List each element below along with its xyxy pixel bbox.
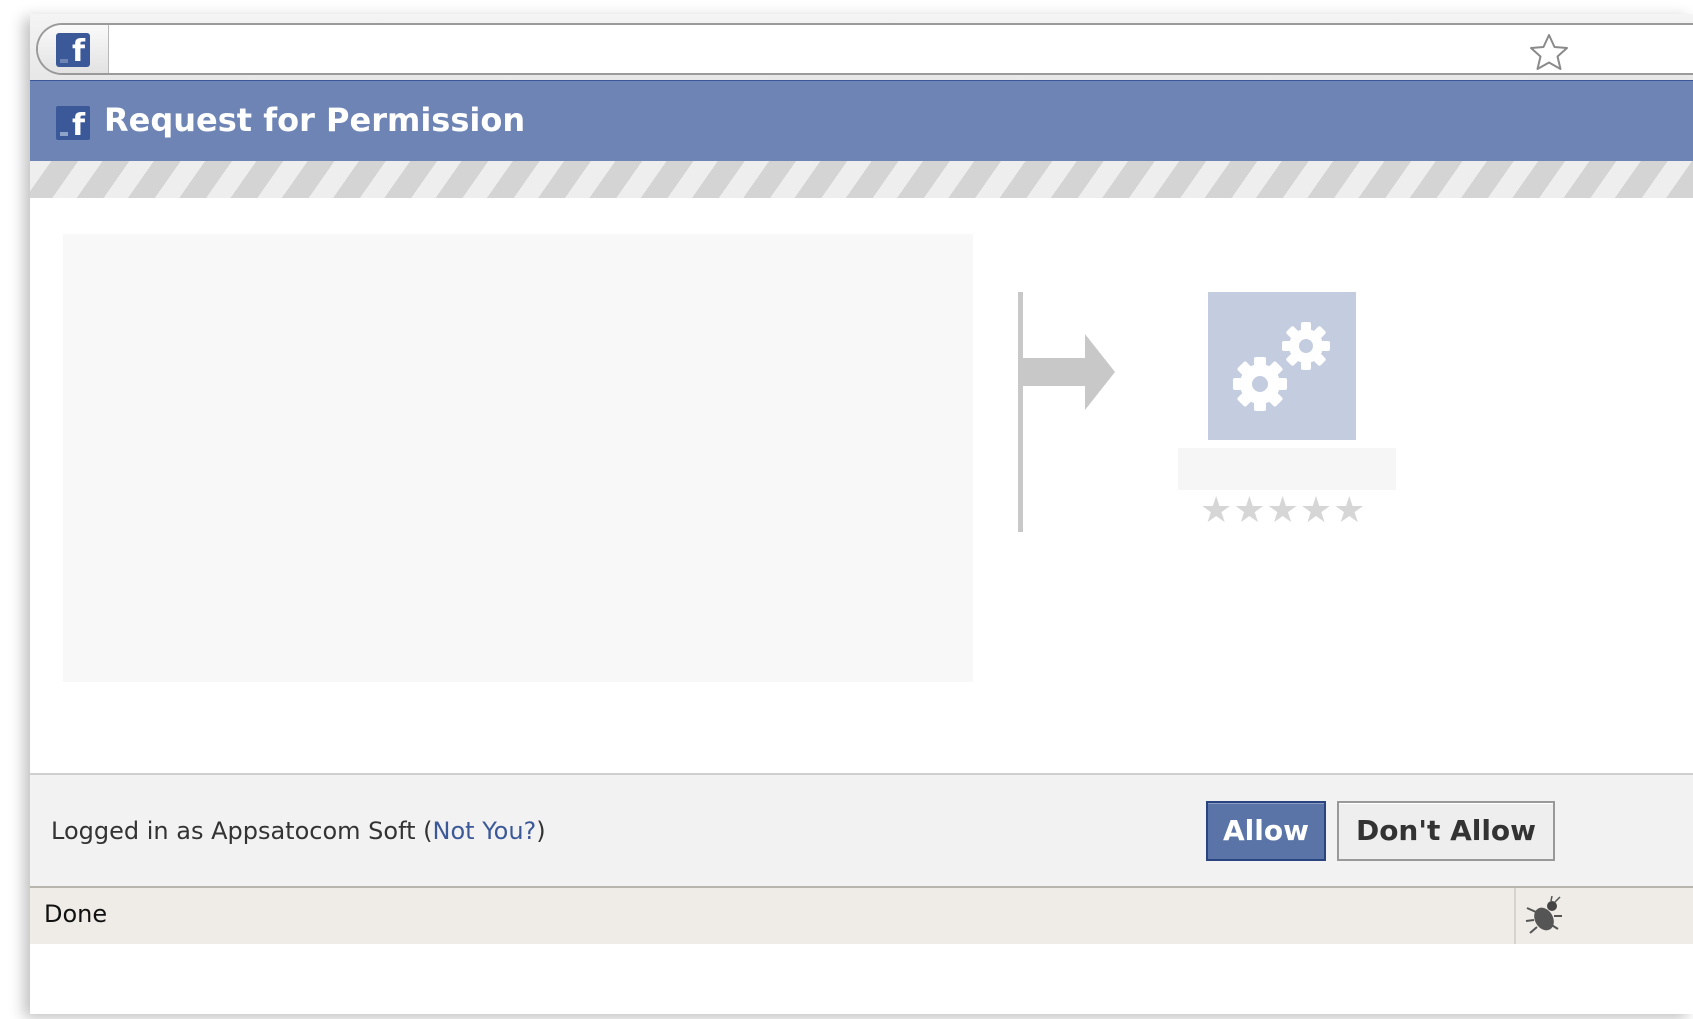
dont-allow-button[interactable]: Don't Allow bbox=[1337, 801, 1555, 861]
logged-in-suffix: ) bbox=[536, 817, 546, 845]
facebook-logo-icon: f bbox=[56, 106, 90, 143]
dialog-header: f Request for Permission bbox=[30, 80, 1693, 161]
site-identity-button[interactable]: f bbox=[38, 25, 109, 73]
arrow-right-icon bbox=[1023, 334, 1115, 410]
status-bar: Done bbox=[30, 886, 1693, 944]
permissions-placeholder-panel bbox=[63, 234, 973, 682]
facebook-icon: f bbox=[56, 33, 90, 69]
logged-in-text: Logged in as Appsatocom Soft (Not You?) bbox=[51, 817, 546, 845]
status-text: Done bbox=[44, 900, 108, 928]
favicon-letter: f bbox=[71, 34, 85, 69]
app-rating-stars: ★★★★★ bbox=[1200, 490, 1367, 531]
status-divider bbox=[1514, 888, 1516, 944]
not-you-link[interactable]: Not You? bbox=[433, 817, 537, 845]
allow-button[interactable]: Allow bbox=[1206, 801, 1326, 861]
dialog-content: ★★★★★ bbox=[30, 198, 1693, 775]
gears-icon bbox=[1233, 322, 1330, 411]
firebug-icon[interactable] bbox=[1524, 896, 1564, 936]
header-logo-letter: f bbox=[71, 108, 85, 143]
dialog-title: Request for Permission bbox=[104, 101, 526, 139]
address-bar[interactable]: f bbox=[36, 23, 1693, 75]
app-icon bbox=[1208, 292, 1356, 440]
flow-divider bbox=[1018, 292, 1023, 532]
app-name-placeholder bbox=[1178, 448, 1396, 490]
logged-in-prefix: Logged in as Appsatocom Soft ( bbox=[51, 817, 433, 845]
star-outline-icon[interactable] bbox=[1526, 32, 1572, 72]
loading-progress-stripe bbox=[30, 161, 1693, 198]
url-input[interactable] bbox=[116, 31, 1500, 69]
dialog-footer: Logged in as Appsatocom Soft (Not You?) … bbox=[30, 773, 1693, 887]
navigation-toolbar: f bbox=[30, 14, 1693, 86]
browser-window: f f Request for Permission ★★★★★ Logged … bbox=[30, 14, 1693, 1014]
